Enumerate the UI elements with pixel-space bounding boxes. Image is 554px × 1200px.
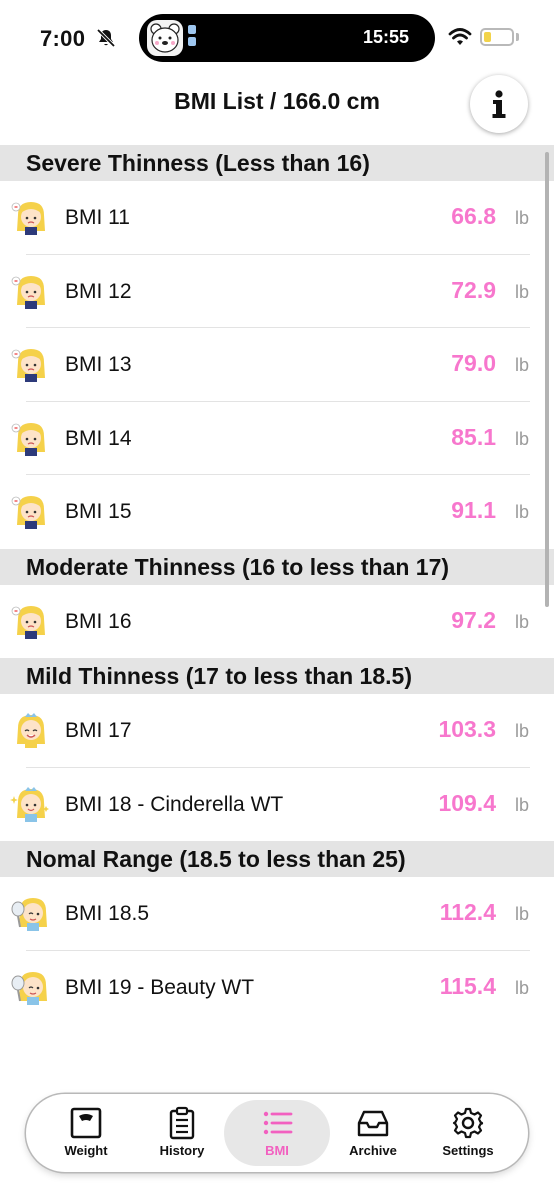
bmi-label: BMI 15 [65, 500, 132, 523]
archive-tray-icon [357, 1110, 389, 1137]
bell-muted-icon [96, 28, 116, 48]
bmi-label: BMI 18.5 [65, 902, 150, 925]
section-header: Severe Thinness (Less than 16) [0, 145, 554, 181]
girl-sticker-icon [11, 201, 46, 236]
list-icon [263, 1111, 293, 1135]
list-item[interactable]: BMI 16 97.2 lb [0, 585, 554, 659]
list-item[interactable]: BMI 15 91.1 lb [0, 475, 554, 549]
tab-weight[interactable]: Weight [38, 1100, 134, 1166]
gear-icon [452, 1107, 484, 1139]
girl-sticker-icon [11, 604, 46, 640]
section-header: Mild Thinness (17 to less than 18.5) [0, 658, 554, 694]
weight-value: 112.4 [439, 899, 496, 925]
bmi-label: BMI 14 [65, 426, 132, 450]
wifi-icon [448, 28, 472, 45]
tab-label: BMI [265, 1143, 289, 1158]
battery-icon [480, 28, 514, 46]
list-item[interactable]: BMI 18 - Cinderella WT 109.4 lb [0, 768, 554, 842]
clipboard-icon [169, 1106, 195, 1140]
list-item[interactable]: BMI 12 72.9 lb [0, 255, 554, 328]
weight-unit: lb [515, 281, 530, 302]
section-header: Nomal Range (18.5 to less than 25) [0, 841, 554, 877]
girl-sticker-icon [11, 970, 48, 1006]
tab-bmi[interactable]: BMI [224, 1100, 330, 1166]
list-item[interactable]: BMI 18.5 112.4 lb [0, 877, 554, 951]
sticker-tag-icon [188, 25, 196, 46]
list-item[interactable]: BMI 14 85.1 lb [0, 402, 554, 475]
info-icon [492, 90, 506, 118]
girl-sticker-icon [10, 785, 50, 823]
list-item[interactable]: BMI 17 103.3 lb [0, 694, 554, 768]
weight-unit: lb [515, 428, 530, 449]
list-item[interactable]: BMI 13 79.0 lb [0, 328, 554, 402]
weight-unit: lb [515, 904, 530, 924]
battery-cap [516, 33, 519, 41]
status-time: 7:00 [40, 26, 86, 51]
weight-value: 72.9 [451, 276, 496, 303]
girl-sticker-icon [11, 274, 46, 310]
status-bar: 7:00 15:55 [0, 0, 554, 80]
scrollbar[interactable] [545, 152, 549, 607]
bear-mascot-icon [147, 20, 183, 56]
weight-unit: lb [515, 611, 530, 632]
scale-icon [70, 1107, 102, 1139]
tab-label: History [159, 1143, 205, 1158]
bmi-label: BMI 11 [65, 206, 130, 229]
girl-sticker-icon [11, 421, 46, 457]
girl-sticker-icon [11, 897, 48, 932]
tab-archive[interactable]: Archive [325, 1100, 421, 1166]
weight-unit: lb [515, 355, 530, 375]
weight-value: 85.1 [451, 423, 496, 450]
tab-label: Archive [349, 1143, 397, 1158]
weight-value: 115.4 [439, 972, 496, 999]
bmi-label: BMI 16 [65, 609, 132, 633]
weight-unit: lb [515, 208, 530, 228]
tab-label: Weight [64, 1143, 108, 1158]
weight-unit: lb [515, 502, 530, 522]
weight-value: 97.2 [451, 606, 496, 633]
weight-value: 79.0 [451, 350, 496, 376]
bmi-label: BMI 18 - Cinderella WT [65, 792, 284, 816]
girl-sticker-icon [11, 495, 46, 530]
weight-value: 103.3 [438, 716, 496, 742]
tab-bar: Weight History BMI Archive Settings [26, 1094, 528, 1172]
weight-value: 91.1 [451, 497, 496, 523]
tab-label: Settings [442, 1143, 494, 1158]
girl-sticker-icon [11, 348, 46, 383]
weight-unit: lb [515, 794, 530, 815]
bmi-label: BMI 17 [65, 719, 132, 742]
weight-value: 66.8 [451, 203, 496, 229]
list-item[interactable]: BMI 19 - Beauty WT 115.4 lb [0, 951, 554, 1025]
bmi-label: BMI 19 - Beauty WT [65, 975, 255, 999]
info-button[interactable] [470, 75, 528, 133]
weight-unit: lb [515, 721, 530, 741]
island-timer: 15:55 [362, 27, 409, 47]
weight-value: 109.4 [438, 789, 496, 816]
bmi-label: BMI 13 [65, 353, 132, 376]
weight-unit: lb [515, 977, 530, 998]
girl-sticker-icon [16, 712, 46, 749]
bmi-label: BMI 12 [65, 279, 132, 303]
bmi-list[interactable]: Severe Thinness (Less than 16) BMI 11 66… [0, 145, 554, 1024]
dynamic-island[interactable]: 15:55 [139, 14, 435, 62]
list-item[interactable]: BMI 11 66.8 lb [0, 181, 554, 255]
tab-history[interactable]: History [134, 1100, 230, 1166]
section-header: Moderate Thinness (16 to less than 17) [0, 548, 554, 585]
tab-settings[interactable]: Settings [420, 1100, 516, 1166]
